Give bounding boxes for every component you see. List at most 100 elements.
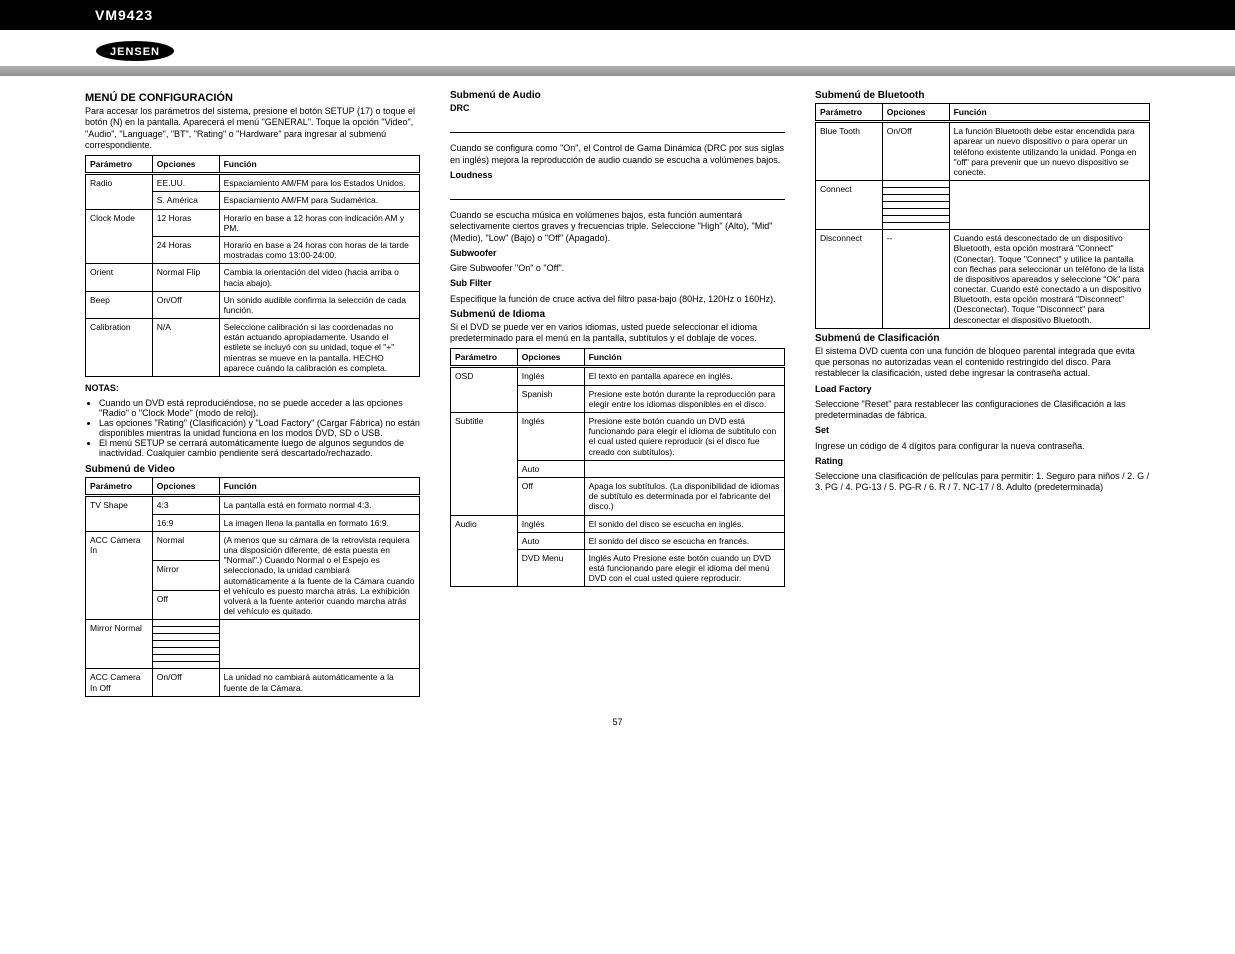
table-cell-option: Inglés bbox=[517, 367, 584, 385]
table-cell-function: Un sonido audible confirma la selección … bbox=[219, 291, 419, 318]
rating-label: Rating bbox=[815, 456, 843, 466]
th-function: Función bbox=[584, 349, 784, 367]
th-param: Parámetro bbox=[451, 349, 518, 367]
table-cell-option bbox=[882, 209, 949, 216]
table-cell-function: La unidad no cambiará automáticamente a … bbox=[219, 669, 419, 696]
table-cell-option bbox=[882, 181, 949, 188]
table-cell-option: 24 Horas bbox=[152, 236, 219, 263]
loadfactory-label: Load Factory bbox=[815, 384, 872, 394]
table-cell-function: Espaciamiento AM/FM para Sudamérica. bbox=[219, 192, 419, 209]
table-cell-option: EE.UU. bbox=[152, 174, 219, 192]
drc-label: DRC bbox=[450, 103, 470, 113]
table-cell-option: Inglés bbox=[517, 515, 584, 532]
divider-bar bbox=[0, 66, 1235, 76]
table-cell-function: La función Bluetooth debe estar encendid… bbox=[949, 122, 1149, 181]
drc-underline bbox=[450, 118, 785, 133]
table-cell-option bbox=[882, 195, 949, 202]
table-cell-param: Calibration bbox=[86, 319, 153, 377]
language-submenu-title: Submenú de Idioma bbox=[450, 309, 785, 320]
table-cell-option: 12 Horas bbox=[152, 209, 219, 236]
table-cell-option: DVD Menu bbox=[517, 549, 584, 587]
table-cell-function: Seleccione calibración si las coordenada… bbox=[219, 319, 419, 377]
column-2: Submenú de Audio DRC Cuando se configura… bbox=[450, 86, 785, 697]
th-function: Función bbox=[219, 478, 419, 496]
th-options: Opciones bbox=[152, 478, 219, 496]
table-cell-function: El sonido del disco se escucha en francé… bbox=[584, 532, 784, 549]
loadfactory-text: Seleccione "Reset" para restablecer las … bbox=[815, 399, 1150, 422]
table-cell-param: ACC Camera In Off bbox=[86, 669, 153, 696]
svg-text:JENSEN: JENSEN bbox=[110, 46, 160, 58]
video-submenu-title: Submenú de Video bbox=[85, 464, 420, 475]
video-table: Parámetro Opciones Función TV Shape4:3La… bbox=[85, 477, 420, 696]
table-cell-function bbox=[949, 181, 1149, 230]
subwoofer-label: Subwoofer bbox=[450, 248, 497, 258]
th-function: Función bbox=[219, 156, 419, 174]
table-cell-function: Horario en base a 24 horas con horas de … bbox=[219, 236, 419, 263]
table-cell-option bbox=[152, 634, 219, 641]
table-cell-function: Presione este botón durante la reproducc… bbox=[584, 385, 784, 412]
language-table: Parámetro Opciones Función OSDInglésEl t… bbox=[450, 348, 785, 587]
table-cell-param: Clock Mode bbox=[86, 209, 153, 264]
table-cell-option: Off bbox=[517, 477, 584, 515]
table-cell-option: Auto bbox=[517, 460, 584, 477]
note-1: Cuando un DVD está reproduciéndose, no s… bbox=[99, 398, 420, 418]
table-cell-function: El texto en pantalla aparece en inglés. bbox=[584, 367, 784, 385]
table-cell-function: Inglés Auto Presione este botón cuando u… bbox=[584, 549, 784, 587]
th-param: Parámetro bbox=[86, 156, 153, 174]
table-cell-param: ACC Camera In bbox=[86, 531, 153, 620]
table-cell-function: Horario en base a 12 horas con indicació… bbox=[219, 209, 419, 236]
table-cell-option bbox=[152, 627, 219, 634]
notes-list: Cuando un DVD está reproduciéndose, no s… bbox=[99, 398, 420, 458]
setup-menu-title: MENÚ DE CONFIGURACIÓN bbox=[85, 92, 420, 104]
table-cell-option: On/Off bbox=[882, 122, 949, 181]
setpassword-label: Set bbox=[815, 425, 829, 435]
rating-intro: El sistema DVD cuenta con una función de… bbox=[815, 346, 1150, 380]
th-param: Parámetro bbox=[816, 104, 883, 122]
table-cell-param: Radio bbox=[86, 174, 153, 209]
table-cell-param: Beep bbox=[86, 291, 153, 318]
table-cell-param: Orient bbox=[86, 264, 153, 291]
table-cell-option: Off bbox=[152, 590, 219, 620]
table-cell-option bbox=[152, 620, 219, 627]
table-cell-param: Audio bbox=[451, 515, 518, 587]
loudness-label: Loudness bbox=[450, 170, 493, 180]
rating-submenu-title: Submenú de Clasificación bbox=[815, 333, 1150, 344]
table-cell-option bbox=[152, 655, 219, 662]
th-options: Opciones bbox=[152, 156, 219, 174]
table-cell-option: On/Off bbox=[152, 669, 219, 696]
note-2: Las opciones "Rating" (Clasificación) y … bbox=[99, 418, 420, 438]
table-cell-param: Subtitle bbox=[451, 413, 518, 516]
loud-underline bbox=[450, 185, 785, 200]
table-cell-param: Mirror Normal bbox=[86, 620, 153, 669]
table-cell-option: On/Off bbox=[152, 291, 219, 318]
th-options: Opciones bbox=[882, 104, 949, 122]
table-cell-option bbox=[882, 223, 949, 230]
drc-text: Cuando se configura como "On", el Contro… bbox=[450, 143, 785, 166]
table-cell-option bbox=[882, 216, 949, 223]
table-cell-function bbox=[219, 620, 419, 669]
table-cell-param: Disconnect bbox=[816, 230, 883, 329]
table-cell-param: Blue Tooth bbox=[816, 122, 883, 181]
table-cell-option: Inglés bbox=[517, 413, 584, 461]
table-cell-option: N/A bbox=[152, 319, 219, 377]
table-cell-param: TV Shape bbox=[86, 496, 153, 531]
page-number: 57 bbox=[0, 717, 1235, 737]
table-cell-function: El sonido del disco se escucha en inglés… bbox=[584, 515, 784, 532]
table-cell-option bbox=[882, 188, 949, 195]
table-cell-option: S. América bbox=[152, 192, 219, 209]
table-cell-function: Espaciamiento AM/FM para los Estados Uni… bbox=[219, 174, 419, 192]
table-cell-function bbox=[584, 460, 784, 477]
language-intro: Si el DVD se puede ver en varios idiomas… bbox=[450, 322, 785, 345]
rating-text: Seleccione una clasificación de película… bbox=[815, 471, 1150, 494]
table-cell-function: Presione este botón cuando un DVD está f… bbox=[584, 413, 784, 461]
model-number: VM9423 bbox=[95, 7, 153, 23]
table-cell-option bbox=[152, 648, 219, 655]
bluetooth-table: Parámetro Opciones Función Blue ToothOn/… bbox=[815, 103, 1150, 329]
th-param: Parámetro bbox=[86, 478, 153, 496]
bluetooth-submenu-title: Submenú de Bluetooth bbox=[815, 90, 1150, 101]
setup-intro: Para accesar los parámetros del sistema,… bbox=[85, 106, 420, 151]
table-cell-option: -- bbox=[882, 230, 949, 329]
th-function: Función bbox=[949, 104, 1149, 122]
table-cell-option bbox=[882, 202, 949, 209]
brand-logo: JENSEN bbox=[95, 40, 175, 62]
